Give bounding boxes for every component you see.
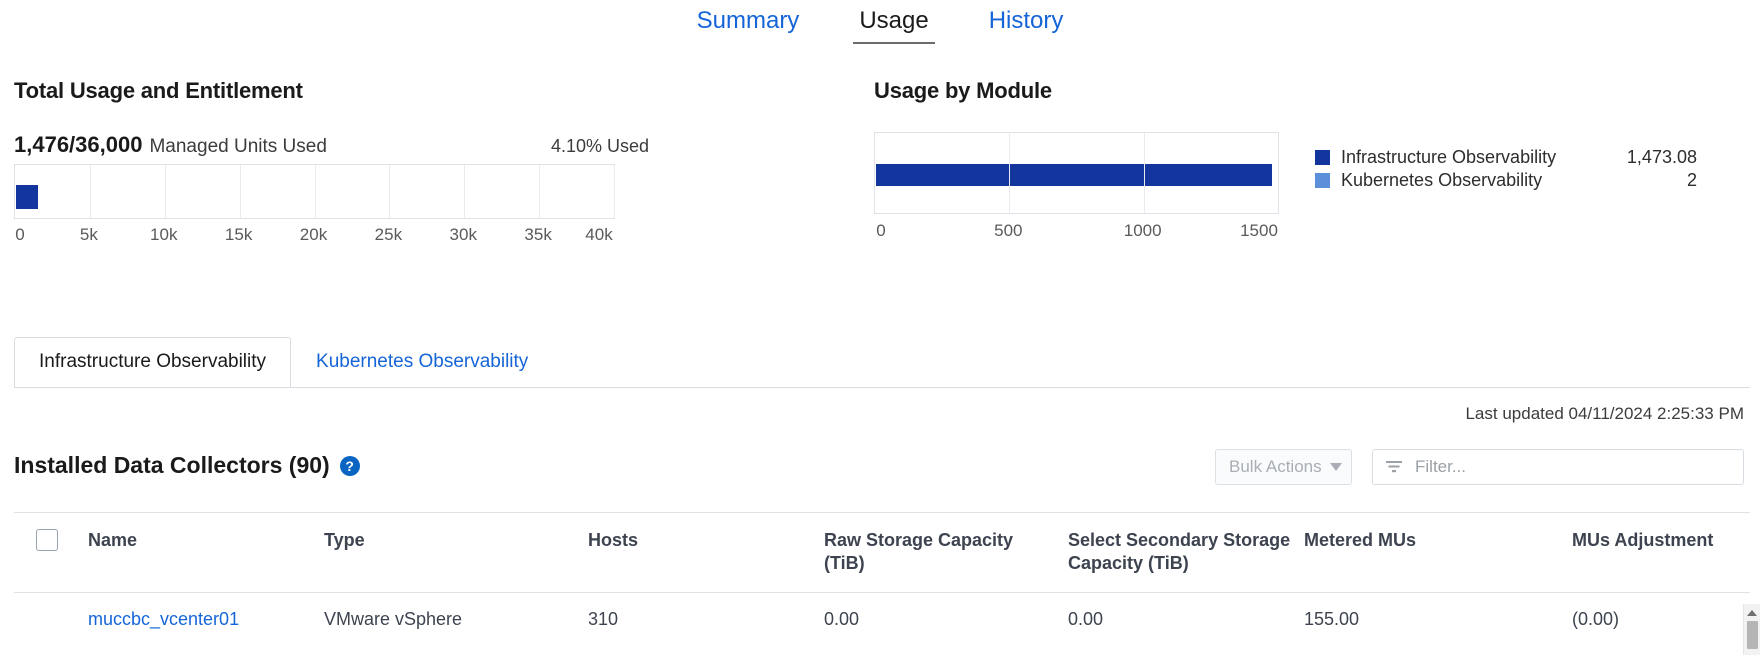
legend-label-infrastructure-observability: Infrastructure Observability xyxy=(1341,147,1556,168)
entitlement-x-axis: 0 5k 10k 15k 20k 25k 30k 35k 40k xyxy=(14,225,615,251)
entitlement-bar xyxy=(16,185,38,209)
row-select-cell xyxy=(14,593,88,647)
axis-tick-label: 40k xyxy=(585,225,612,245)
filter-icon xyxy=(1385,460,1403,474)
total-usage-headline: 1,476/36,000 Managed Units Used 4.10% Us… xyxy=(14,132,654,158)
legend-item-infrastructure-observability: Infrastructure Observability 1,473.08 xyxy=(1315,146,1697,169)
table-row: muccbc_vcenter01 VMware vSphere 310 0.00… xyxy=(14,593,1750,647)
axis-tick-label: 20k xyxy=(300,225,327,245)
axis-tick-label: 0 xyxy=(15,225,24,245)
bulk-actions-label: Bulk Actions xyxy=(1229,457,1322,477)
total-usage-panel: Total Usage and Entitlement 1,476/36,000… xyxy=(14,78,654,251)
last-updated-text: Last updated 04/11/2024 2:25:33 PM xyxy=(1465,404,1744,424)
header-hosts[interactable]: Hosts xyxy=(588,513,824,593)
legend-swatch-kubernetes-observability xyxy=(1315,173,1330,188)
tab-infrastructure-observability[interactable]: Infrastructure Observability xyxy=(14,337,291,388)
filter-input[interactable] xyxy=(1413,456,1731,478)
gridline xyxy=(165,165,166,218)
gridline xyxy=(389,165,390,218)
cell-hosts: 310 xyxy=(588,593,824,647)
collectors-toolbar: Bulk Actions xyxy=(1215,449,1744,485)
scrollbar-thumb[interactable] xyxy=(1747,621,1758,649)
collector-link[interactable]: muccbc_vcenter01 xyxy=(88,609,239,629)
usage-by-module-title: Usage by Module xyxy=(874,78,1754,104)
cell-mus-adjustment: (0.00) xyxy=(1572,593,1750,647)
cell-name: muccbc_vcenter01 xyxy=(88,593,324,647)
module-bar-infrastructure-observability xyxy=(876,164,1272,186)
filter-box[interactable] xyxy=(1372,449,1744,485)
collectors-header: Installed Data Collectors (90) ? xyxy=(14,452,360,479)
header-name[interactable]: Name xyxy=(88,513,324,593)
usage-by-module-legend: Infrastructure Observability 1,473.08 Ku… xyxy=(1315,146,1697,192)
collectors-table-container: Name Type Hosts Raw Storage Capacity (Ti… xyxy=(14,512,1750,655)
tabs-divider xyxy=(14,387,1750,388)
legend-item-kubernetes-observability: Kubernetes Observability 2 xyxy=(1315,169,1697,192)
cell-type: VMware vSphere xyxy=(324,593,588,647)
module-bar-chart xyxy=(874,132,1279,214)
legend-swatch-infrastructure-observability xyxy=(1315,150,1330,165)
legend-label-kubernetes-observability: Kubernetes Observability xyxy=(1341,170,1542,191)
nav-tab-summary[interactable]: Summary xyxy=(691,6,806,42)
gridline xyxy=(240,165,241,218)
bulk-actions-button[interactable]: Bulk Actions xyxy=(1215,449,1352,485)
collectors-table-body: muccbc_vcenter01 VMware vSphere 310 0.00… xyxy=(14,593,1750,647)
collectors-table-head: Name Type Hosts Raw Storage Capacity (Ti… xyxy=(14,513,1750,593)
axis-tick-label: 1000 xyxy=(1124,221,1162,241)
gridline xyxy=(614,165,615,218)
header-metered-mus[interactable]: Metered MUs xyxy=(1304,513,1572,593)
axis-tick-label: 0 xyxy=(876,221,885,241)
axis-tick-label: 35k xyxy=(524,225,551,245)
help-icon[interactable]: ? xyxy=(340,456,360,476)
header-select-all xyxy=(14,513,88,593)
total-usage-title: Total Usage and Entitlement xyxy=(14,78,654,104)
managed-units-used-value: 1,476/36,000 xyxy=(14,132,142,158)
entitlement-bar-chart xyxy=(14,164,615,219)
header-mus-adjustment[interactable]: MUs Adjustment xyxy=(1572,513,1750,593)
percent-used-label: 4.10% Used xyxy=(551,136,654,157)
collectors-title: Installed Data Collectors (90) xyxy=(14,452,330,479)
gridline xyxy=(539,165,540,218)
module-x-axis: 0 500 1000 1500 xyxy=(874,221,1279,247)
gridline xyxy=(1144,133,1145,213)
cell-metered-mus: 155.00 xyxy=(1304,593,1572,647)
charts-row: Total Usage and Entitlement 1,476/36,000… xyxy=(0,48,1760,263)
axis-tick-label: 10k xyxy=(150,225,177,245)
header-type[interactable]: Type xyxy=(324,513,588,593)
scroll-up-arrow-icon[interactable] xyxy=(1747,610,1757,616)
usage-by-module-body: 0 500 1000 1500 Infrastructure Observabilit… xyxy=(874,132,1754,247)
axis-tick-label: 500 xyxy=(994,221,1022,241)
chevron-down-icon xyxy=(1330,463,1342,471)
table-header-row: Name Type Hosts Raw Storage Capacity (Ti… xyxy=(14,513,1750,593)
table-scrollbar[interactable] xyxy=(1743,604,1760,655)
module-tabs: Infrastructure Observability Kubernetes … xyxy=(14,335,553,387)
axis-tick-label: 1500 xyxy=(1240,221,1278,241)
axis-tick-label: 5k xyxy=(80,225,98,245)
managed-units-used-label: Managed Units Used xyxy=(149,136,326,158)
collectors-table: Name Type Hosts Raw Storage Capacity (Ti… xyxy=(14,512,1750,646)
header-select-secondary-storage-capacity[interactable]: Select Secondary Storage Capacity (TiB) xyxy=(1068,513,1304,593)
tab-kubernetes-observability[interactable]: Kubernetes Observability xyxy=(291,337,553,388)
gridline xyxy=(315,165,316,218)
cell-secondary-storage: 0.00 xyxy=(1068,593,1304,647)
gridline xyxy=(1009,133,1010,213)
header-raw-storage-capacity[interactable]: Raw Storage Capacity (TiB) xyxy=(824,513,1068,593)
usage-by-module-panel: Usage by Module 0 500 1000 1500 Infrastruct… xyxy=(874,78,1754,247)
gridline xyxy=(464,165,465,218)
legend-value-kubernetes-observability: 2 xyxy=(1687,170,1697,191)
axis-tick-label: 15k xyxy=(225,225,252,245)
nav-tab-history[interactable]: History xyxy=(983,6,1070,42)
axis-tick-label: 30k xyxy=(450,225,477,245)
axis-tick-label: 25k xyxy=(375,225,402,245)
usage-page: Summary Usage History Total Usage and En… xyxy=(0,0,1760,655)
select-all-checkbox[interactable] xyxy=(36,529,58,551)
cell-raw-storage: 0.00 xyxy=(824,593,1068,647)
gridline xyxy=(90,165,91,218)
primary-nav: Summary Usage History xyxy=(0,0,1760,48)
nav-tab-usage[interactable]: Usage xyxy=(853,6,934,44)
legend-value-infrastructure-observability: 1,473.08 xyxy=(1627,147,1697,168)
